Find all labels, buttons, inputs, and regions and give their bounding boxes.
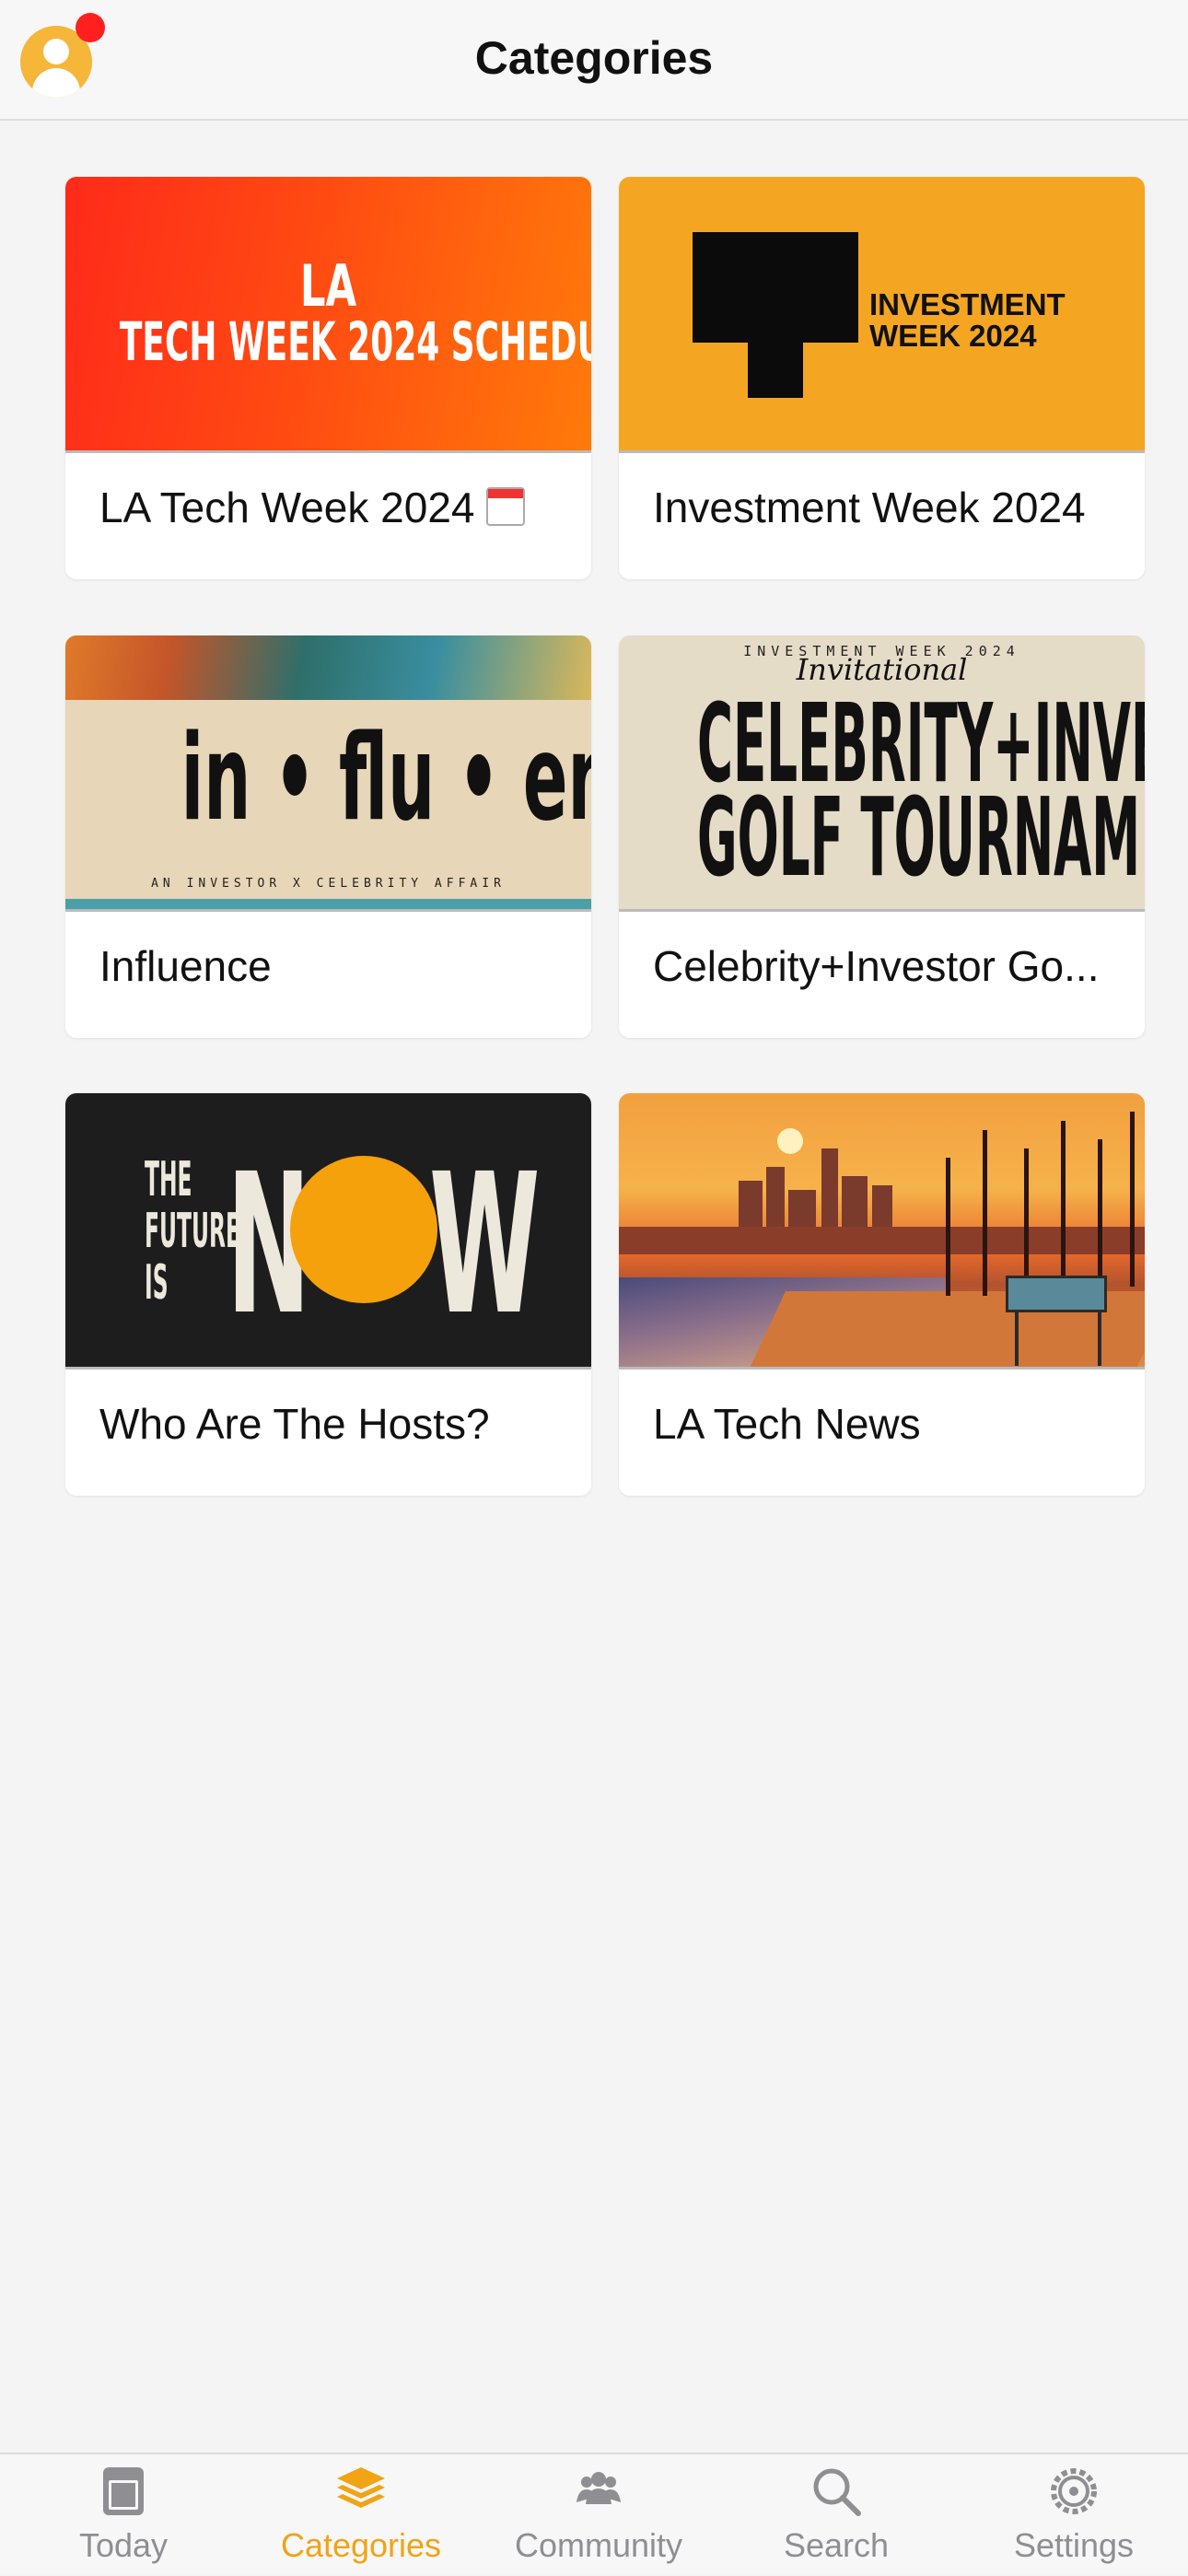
category-card-influence[interactable]: in • flu • ence AN INVESTOR X CELEBRITY … <box>65 635 591 1038</box>
category-card-investment-week[interactable]: INVESTMENT WEEK 2024 Investment Week 202… <box>619 177 1145 579</box>
card-label: Celebrity+Investor Go... <box>653 942 1100 990</box>
nav-header: Categories <box>0 0 1188 121</box>
thumb-title: LA <box>299 252 357 320</box>
tab-today[interactable]: Today <box>5 2454 242 2576</box>
categories-icon <box>337 2467 385 2508</box>
thumb-letter-w: W <box>429 1132 541 1358</box>
today-icon <box>103 2467 144 2515</box>
card-thumbnail-beach-image <box>619 1093 1145 1370</box>
category-card-golf-tournament[interactable]: INVESTMENT WEEK 2024 Invitational CELEBR… <box>619 635 1145 1038</box>
card-thumbnail: LA TECH WEEK 2024 SCHEDULE <box>65 177 591 453</box>
thumb-text: INVESTMENT WEEK 2024 <box>869 287 1066 353</box>
tab-categories[interactable]: Categories <box>242 2454 480 2576</box>
card-thumbnail: INVESTMENT WEEK 2024 <box>619 177 1145 453</box>
page-title: Categories <box>474 32 714 84</box>
thumb-line2: GOLF TOURNAMENT <box>697 774 1145 901</box>
calendar-icon <box>486 487 526 526</box>
card-thumbnail: THE FUTURE IS N W <box>65 1093 591 1370</box>
thumb-subtitle: TECH WEEK 2024 SCHEDULE <box>119 310 591 373</box>
card-thumbnail: INVESTMENT WEEK 2024 Invitational CELEBR… <box>619 635 1145 912</box>
category-card-hosts[interactable]: THE FUTURE IS N W Who Are The Hosts? <box>65 1093 591 1496</box>
thumb-tagline: AN INVESTOR X CELEBRITY AFFAIR <box>151 877 506 891</box>
category-card-la-tech-week[interactable]: LA TECH WEEK 2024 SCHEDULE LA Tech Week … <box>65 177 591 579</box>
card-label-text: LA Tech Week 2024 <box>99 484 475 531</box>
card-label: LA Tech News <box>653 1400 921 1448</box>
thumb-word: in • flu • ence <box>181 710 591 847</box>
tab-settings[interactable]: Settings <box>955 2454 1188 2576</box>
card-label: LA Tech Week 2024 <box>99 483 569 532</box>
community-icon <box>577 2472 621 2504</box>
card-label: Investment Week 2024 <box>653 484 1086 531</box>
tab-bar: Today Categories Community Search Settin… <box>0 2453 1188 2574</box>
card-label: Influence <box>99 942 272 990</box>
card-label: Who Are The Hosts? <box>99 1400 490 1448</box>
orange-circle <box>290 1156 437 1303</box>
category-card-la-tech-news[interactable]: LA Tech News <box>619 1093 1145 1496</box>
thumb-small-text: THE FUTURE IS <box>145 1152 240 1311</box>
tab-community[interactable]: Community <box>480 2454 717 2576</box>
tab-search[interactable]: Search <box>717 2454 955 2576</box>
card-thumbnail: in • flu • ence AN INVESTOR X CELEBRITY … <box>65 635 591 912</box>
search-icon <box>813 2468 861 2516</box>
settings-icon <box>1051 2468 1097 2514</box>
